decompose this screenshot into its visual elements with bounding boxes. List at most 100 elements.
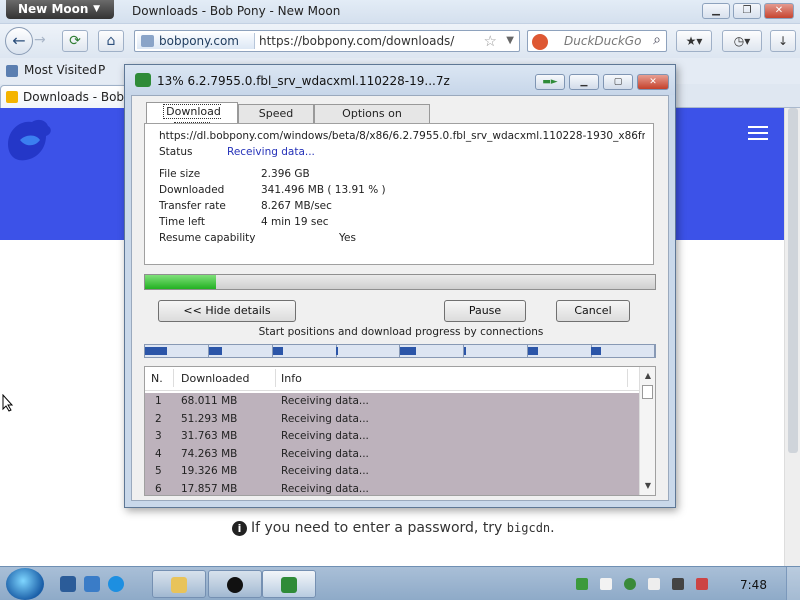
dialog-titlebar[interactable]: 13% 6.2.7955.0.fbl_srv_wdacxml.110228-19… (125, 65, 675, 95)
show-desktop-icon[interactable] (60, 576, 76, 592)
tab-options-on-completion[interactable]: Options on completion (314, 104, 430, 138)
dialog-close-button[interactable]: ✕ (637, 74, 669, 90)
download-status-panel: https://dl.bobpony.com/windows/beta/8/x8… (144, 123, 654, 265)
table-row[interactable]: 4 74.263 MB Receiving data... (145, 446, 639, 463)
downloaded-row: Downloaded 341.496 MB ( 13.91 % ) (159, 184, 386, 196)
start-button[interactable] (6, 568, 44, 600)
bookmark-label: Most Visited (24, 63, 98, 77)
cell-downloaded: 74.263 MB (181, 447, 238, 460)
connection-progress (591, 347, 601, 355)
transfer-rate-value: 8.267 MB/sec (261, 200, 332, 212)
file-size-row: File size 2.396 GB (159, 168, 310, 180)
table-row[interactable]: 6 17.857 MB Receiving data... (145, 481, 639, 496)
table-row[interactable]: 3 31.763 MB Receiving data... (145, 428, 639, 445)
clock[interactable]: 7:48 (740, 578, 767, 592)
bookmark-folder-icon (6, 64, 18, 77)
reload-button[interactable]: ⟳ (62, 30, 88, 52)
show-desktop-button[interactable] (786, 567, 800, 600)
switch-windows-icon[interactable] (84, 576, 100, 592)
bookmark-item[interactable]: P (98, 63, 105, 77)
table-header: N. Downloaded Info (145, 367, 639, 391)
tab-download-status[interactable]: Download status (146, 102, 238, 137)
cell-downloaded: 17.857 MB (181, 482, 238, 495)
time-left-row: Time left 4 min 19 sec (159, 216, 329, 228)
connection-progress (336, 347, 338, 355)
network-tray-icon[interactable] (672, 578, 684, 590)
cell-info: Receiving data... (281, 395, 369, 407)
column-header-info[interactable]: Info (281, 372, 302, 385)
connection-progress (464, 347, 466, 355)
column-header-n[interactable]: N. (151, 372, 163, 385)
table-row[interactable]: 5 19.326 MB Receiving data... (145, 463, 639, 480)
connection-segment (209, 345, 273, 357)
download-progress-bar (144, 274, 656, 290)
taskbar-browser[interactable] (208, 570, 262, 598)
bookmarks-menu-button[interactable]: ★▾ (676, 30, 712, 52)
bookmark-star-icon[interactable]: ☆ (484, 32, 497, 50)
flag-tray-icon[interactable] (648, 578, 660, 590)
app-menu-button[interactable]: New Moon ▼ (6, 0, 114, 19)
cell-downloaded: 68.011 MB (181, 395, 238, 407)
forward-button[interactable]: → (34, 32, 46, 48)
table-row[interactable]: 1 68.011 MB Receiving data... (145, 393, 639, 410)
tab-downloads[interactable]: Downloads - Bob P (0, 85, 130, 108)
duckduckgo-icon[interactable] (532, 34, 548, 50)
connections-progress-bar (144, 344, 656, 358)
close-button[interactable]: ✕ (764, 3, 794, 19)
document-tray-icon[interactable] (600, 578, 612, 590)
history-button[interactable]: ◷▾ (722, 30, 762, 52)
scroll-up-icon[interactable]: ▲ (640, 369, 655, 383)
page-scrollbar[interactable] (784, 108, 800, 566)
idm-tray-icon[interactable] (576, 578, 588, 590)
browser-titlebar: New Moon ▼ Downloads - Bob Pony - New Mo… (0, 0, 800, 24)
time-left-value: 4 min 19 sec (261, 216, 329, 228)
cancel-button[interactable]: Cancel (556, 300, 630, 322)
volume-muted-icon[interactable] (696, 578, 708, 590)
hide-details-button[interactable]: << Hide details (158, 300, 296, 322)
search-icon[interactable]: ⌕ (653, 32, 661, 48)
cell-n: 1 (155, 395, 162, 407)
back-button[interactable]: ← (5, 27, 33, 55)
cell-n: 3 (155, 430, 162, 442)
column-header-downloaded[interactable]: Downloaded (181, 372, 249, 385)
scrollbar-thumb[interactable] (788, 108, 798, 453)
restore-button[interactable]: ❐ (733, 3, 761, 19)
table-row[interactable]: 2 51.293 MB Receiving data... (145, 411, 639, 428)
cell-info: Receiving data... (281, 447, 369, 460)
cell-n: 4 (155, 447, 162, 460)
cell-n: 5 (155, 465, 162, 477)
search-bar[interactable]: DuckDuckGo ⌕ (527, 30, 667, 52)
minimize-button[interactable]: ▁ (702, 3, 730, 19)
security-tray-icon[interactable] (624, 578, 636, 590)
scroll-down-icon[interactable]: ▼ (640, 479, 655, 493)
scrollbar-thumb[interactable] (642, 385, 653, 399)
connection-segment (336, 345, 400, 357)
table-scrollbar[interactable]: ▲ ▼ (639, 367, 655, 495)
progress-fill (145, 275, 216, 289)
hamburger-menu-icon[interactable] (748, 126, 768, 144)
cell-downloaded: 51.293 MB (181, 412, 238, 425)
taskbar-explorer[interactable] (152, 570, 206, 598)
pin-button[interactable]: ▬► (535, 74, 565, 90)
url-text[interactable]: https://bobpony.com/downloads/ (259, 33, 454, 49)
site-identity-button[interactable]: bobpony.com (137, 33, 255, 49)
resume-capability-label: Resume capability (159, 232, 256, 244)
tab-speed-limiter[interactable]: Speed Limiter (238, 104, 314, 138)
taskbar-idm[interactable] (262, 570, 316, 598)
internet-explorer-icon[interactable] (108, 576, 124, 592)
time-left-label: Time left (159, 216, 206, 228)
idm-icon (281, 577, 297, 593)
url-dropdown-icon[interactable]: ▼ (506, 33, 514, 49)
dialog-minimize-button[interactable]: ▁ (569, 74, 599, 90)
navigation-toolbar: ← → ⟳ ⌂ bobpony.com https://bobpony.com/… (0, 24, 800, 58)
connection-segment (591, 345, 655, 357)
password-note: i If you need to enter a password, try bi… (232, 520, 555, 536)
home-button[interactable]: ⌂ (98, 30, 124, 52)
bookmark-most-visited[interactable]: Most Visited (6, 63, 97, 77)
dialog-maximize-button[interactable]: ▢ (603, 74, 633, 90)
downloads-button[interactable]: ↓ (770, 30, 796, 52)
pause-button[interactable]: Pause (444, 300, 526, 322)
site-logo[interactable] (2, 114, 54, 166)
downloaded-label: Downloaded (159, 184, 225, 196)
url-bar[interactable]: bobpony.com https://bobpony.com/download… (134, 30, 520, 52)
